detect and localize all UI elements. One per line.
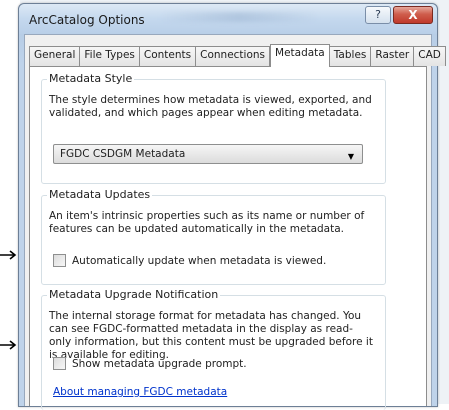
metadata-style-group: Metadata Style The style determines how … <box>41 72 386 184</box>
fgdc-help-link[interactable]: About managing FGDC metadata <box>53 386 227 398</box>
metadata-style-dropdown[interactable]: FGDC CSDGM Metadata ▼ <box>53 144 363 164</box>
annotation-arrow-icon <box>0 340 18 350</box>
upgrade-notification-group: Metadata Upgrade Notification The intern… <box>41 288 386 410</box>
title-bar[interactable]: ArcCatalog Options ? X <box>19 4 437 34</box>
window-title: ArcCatalog Options <box>29 13 145 27</box>
auto-update-option[interactable]: Automatically update when metadata is vi… <box>53 254 326 267</box>
options-dialog: ArcCatalog Options ? X General File Type… <box>18 3 446 410</box>
auto-update-checkbox[interactable] <box>53 254 66 267</box>
metadata-style-selected: FGDC CSDGM Metadata <box>60 148 186 160</box>
annotation-arrow-icon <box>0 250 18 260</box>
metadata-tab-panel: Metadata Style The style determines how … <box>29 66 427 410</box>
metadata-updates-group: Metadata Updates An item's intrinsic pro… <box>41 188 386 285</box>
tab-connections[interactable]: Connections <box>196 46 271 66</box>
tab-raster[interactable]: Raster <box>371 46 415 66</box>
upgrade-prompt-option[interactable]: Show metadata upgrade prompt. <box>53 357 247 370</box>
metadata-style-legend: Metadata Style <box>47 72 135 85</box>
tab-tables[interactable]: Tables <box>329 46 372 66</box>
help-button[interactable]: ? <box>365 6 391 24</box>
tab-cad[interactable]: CAD <box>414 46 446 66</box>
tab-contents[interactable]: Contents <box>139 46 197 66</box>
tab-metadata[interactable]: Metadata <box>270 44 330 67</box>
chevron-down-icon: ▼ <box>347 152 354 161</box>
upgrade-prompt-checkbox[interactable] <box>53 357 66 370</box>
upgrade-notification-description: The internal storage format for metadata… <box>49 310 373 361</box>
dialog-client-area: General File Types Contents Connections … <box>24 34 446 410</box>
upgrade-prompt-label[interactable]: Show metadata upgrade prompt. <box>72 358 247 370</box>
metadata-updates-legend: Metadata Updates <box>47 188 153 201</box>
close-button[interactable]: X <box>393 6 433 24</box>
tab-file-types[interactable]: File Types <box>80 46 140 66</box>
metadata-style-description: The style determines how metadata is vie… <box>49 94 372 119</box>
auto-update-label[interactable]: Automatically update when metadata is vi… <box>72 255 326 267</box>
tab-general[interactable]: General <box>29 46 81 66</box>
tab-strip: General File Types Contents Connections … <box>29 44 446 67</box>
metadata-updates-description: An item's intrinsic properties such as i… <box>49 210 365 235</box>
upgrade-notification-legend: Metadata Upgrade Notification <box>47 288 221 301</box>
